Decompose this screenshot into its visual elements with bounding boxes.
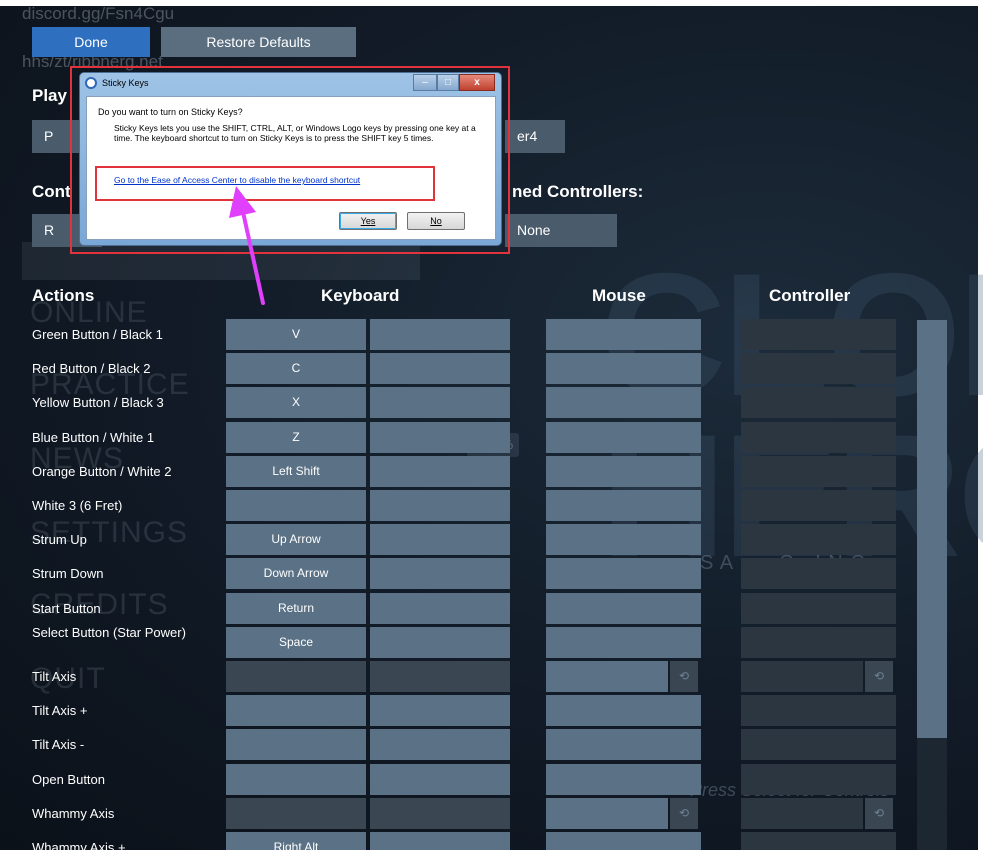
app-screen: discord.gg/Fsn4Cgu e hhs/zt/ribbnerg.net… xyxy=(0,0,983,850)
annotation-arrow xyxy=(229,186,265,305)
